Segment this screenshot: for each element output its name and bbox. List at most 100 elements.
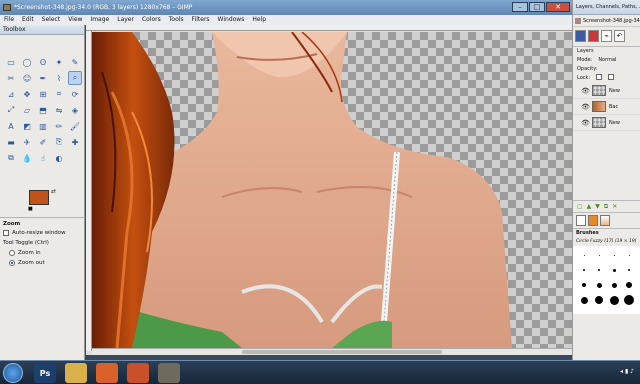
measure-icon[interactable]: ⊿ — [4, 87, 18, 101]
free-select-icon[interactable]: ʘ — [36, 55, 50, 69]
brush-preset[interactable] — [607, 293, 621, 307]
move-icon[interactable]: ✥ — [20, 87, 34, 101]
auto-resize-checkbox[interactable] — [3, 230, 9, 236]
brush-preset[interactable] — [607, 263, 621, 277]
menu-file[interactable]: File — [4, 15, 14, 25]
brush-preset[interactable] — [577, 278, 591, 292]
brush-preset[interactable] — [607, 248, 621, 262]
fuzzy-select-icon[interactable]: ✦ — [52, 55, 66, 69]
mode-select[interactable]: Normal — [598, 56, 616, 65]
layer-item[interactable]: 👁 New — [573, 115, 640, 131]
scale-icon[interactable]: ⤢ — [4, 103, 18, 117]
paintbrush-icon[interactable]: 🖌 — [68, 119, 82, 133]
menu-layer[interactable]: Layer — [117, 15, 134, 25]
brush-preset[interactable] — [577, 293, 591, 307]
blur-icon[interactable]: 💧 — [20, 151, 34, 165]
brush-preset[interactable] — [592, 278, 606, 292]
pencil-icon[interactable]: ✏ — [52, 119, 66, 133]
menu-image[interactable]: Image — [90, 15, 109, 25]
menu-help[interactable]: Help — [252, 15, 266, 25]
color-picker-icon[interactable]: ✎ — [68, 55, 82, 69]
smudge-icon[interactable]: ☝ — [36, 151, 50, 165]
menu-filters[interactable]: Filters — [192, 15, 210, 25]
brush-preset[interactable] — [592, 293, 606, 307]
lock-pixels-checkbox[interactable] — [596, 74, 603, 80]
blend-icon[interactable]: ▥ — [36, 119, 50, 133]
perspective-icon[interactable]: ⬒ — [36, 103, 50, 117]
ellipse-select-icon[interactable]: ◯ — [20, 55, 34, 69]
auto-resize-option[interactable]: Auto-resize window — [3, 228, 82, 238]
visibility-eye-icon[interactable]: 👁 — [581, 119, 590, 127]
firefox-icon[interactable] — [96, 363, 118, 383]
brush-preset[interactable] — [622, 278, 636, 292]
zoom-icon[interactable]: ⌕ — [68, 71, 82, 85]
menu-tools[interactable]: Tools — [169, 15, 184, 25]
tab-paths[interactable]: ⌁ — [601, 30, 612, 42]
zoom-in-radio[interactable] — [9, 250, 15, 256]
visibility-eye-icon[interactable]: 👁 — [581, 87, 590, 95]
eyedropper-icon[interactable]: ⌇ — [52, 71, 66, 85]
heal-icon[interactable]: ✚ — [68, 135, 82, 149]
eraser-icon[interactable]: ▬ — [4, 135, 18, 149]
rotate-icon[interactable]: ⟳ — [68, 87, 82, 101]
dodge-burn-icon[interactable]: ◐ — [52, 151, 66, 165]
title-bar[interactable]: *Screenshot-348.jpg-34.0 (RGB, 3 layers)… — [0, 0, 572, 15]
brush-preset[interactable] — [592, 248, 606, 262]
minimize-button[interactable]: – — [512, 2, 528, 12]
gradient-thumb[interactable] — [600, 215, 610, 226]
delete-layer-icon[interactable]: ✕ — [612, 203, 617, 210]
rect-select-icon[interactable]: ▭ — [4, 55, 18, 69]
image-selector[interactable]: Screenshot-348.jpg-34 — [573, 15, 640, 27]
align-icon[interactable]: ⊞ — [36, 87, 50, 101]
brush-preset[interactable] — [577, 263, 591, 277]
ink-icon[interactable]: ✐ — [36, 135, 50, 149]
cage-icon[interactable]: ◈ — [68, 103, 82, 117]
clone-icon[interactable]: ⎘ — [52, 135, 66, 149]
menu-edit[interactable]: Edit — [22, 15, 34, 25]
bucket-fill-icon[interactable]: ◩ — [20, 119, 34, 133]
tab-layers[interactable] — [575, 30, 586, 42]
text-icon[interactable]: A — [4, 119, 18, 133]
duplicate-layer-icon[interactable]: ⧉ — [604, 203, 608, 210]
menu-windows[interactable]: Windows — [218, 15, 245, 25]
firefox-icon[interactable] — [127, 363, 149, 383]
brush-preset[interactable] — [577, 248, 591, 262]
flip-icon[interactable]: ⇋ — [52, 103, 66, 117]
swap-colors-icon[interactable]: ⇄ — [51, 188, 56, 195]
shear-icon[interactable]: ▱ — [20, 103, 34, 117]
foreground-color-swatch[interactable] — [29, 190, 49, 205]
scrollbar-thumb[interactable] — [242, 350, 442, 354]
scissors-select-icon[interactable]: ✂ — [4, 71, 18, 85]
crop-icon[interactable]: ⌗ — [52, 87, 66, 101]
gimp-icon[interactable] — [158, 363, 180, 383]
menu-select[interactable]: Select — [42, 15, 61, 25]
horizontal-scrollbar[interactable] — [92, 348, 572, 355]
brush-preset[interactable] — [607, 278, 621, 292]
paths-icon[interactable]: ✒ — [36, 71, 50, 85]
image-canvas[interactable] — [92, 32, 572, 348]
menu-view[interactable]: View — [68, 15, 82, 25]
visibility-eye-icon[interactable]: 👁 — [581, 103, 590, 111]
lower-layer-icon[interactable]: ▼ — [595, 203, 600, 210]
airbrush-icon[interactable]: ✈ — [20, 135, 34, 149]
tab-undo[interactable]: ↶ — [614, 30, 625, 42]
horizontal-ruler[interactable] — [86, 25, 572, 31]
maximize-button[interactable]: □ — [529, 2, 545, 12]
brush-preset[interactable] — [622, 248, 636, 262]
layer-item[interactable]: 👁 New — [573, 83, 640, 99]
menu-colors[interactable]: Colors — [142, 15, 161, 25]
pattern-thumb[interactable] — [588, 215, 598, 226]
folder-icon[interactable] — [65, 363, 87, 383]
perspective-clone-icon[interactable]: ⧉ — [4, 151, 18, 165]
zoom-in-option[interactable]: Zoom in — [3, 248, 82, 258]
raise-layer-icon[interactable]: ▲ — [587, 203, 592, 210]
brush-preset[interactable] — [622, 293, 636, 307]
lock-alpha-checkbox[interactable] — [608, 74, 615, 80]
close-button[interactable]: ✕ — [546, 2, 570, 12]
zoom-out-radio[interactable] — [9, 260, 15, 266]
reset-colors-icon[interactable]: ■ — [28, 206, 33, 212]
photoshop-icon[interactable]: Ps — [34, 363, 56, 383]
brush-preset[interactable] — [592, 263, 606, 277]
start-button[interactable] — [3, 363, 23, 383]
zoom-out-option[interactable]: Zoom out — [3, 258, 82, 268]
